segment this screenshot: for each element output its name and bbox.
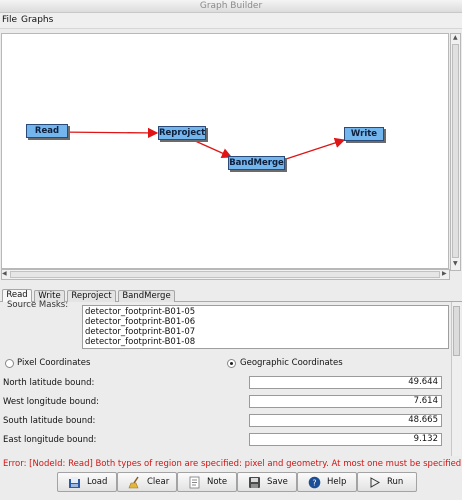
tab-bandmerge[interactable]: BandMerge <box>118 290 175 302</box>
east-longitude-label: East longitude bound: <box>3 435 97 445</box>
node-bandmerge[interactable]: BandMerge <box>228 156 285 170</box>
window-title: Graph Builder <box>199 1 263 11</box>
list-item[interactable]: detector_footprint-B01-08 <box>85 337 195 347</box>
node-read[interactable]: Read <box>26 124 68 138</box>
clear-button[interactable]: Clear <box>117 472 177 492</box>
source-masks-list[interactable]: detector_footprint-B01-05 detector_footp… <box>82 305 449 349</box>
pixel-coordinates-radio[interactable] <box>5 359 14 368</box>
menu-graphs[interactable]: Graphs <box>21 15 53 25</box>
tab-reproject[interactable]: Reproject <box>67 290 116 302</box>
west-longitude-field[interactable]: 7.614 <box>249 395 442 408</box>
save-icon <box>249 477 260 488</box>
source-masks-label: Source Masks: <box>7 300 69 310</box>
south-latitude-field[interactable]: 48.665 <box>249 414 442 427</box>
graph-canvas[interactable]: Read Reproject BandMerge Write <box>1 33 449 269</box>
geographic-coordinates-label: Geographic Coordinates <box>240 358 343 368</box>
west-longitude-label: West longitude bound: <box>3 397 99 407</box>
scroll-down-icon[interactable]: ▼ <box>453 260 458 268</box>
menu-bar: File Graphs <box>0 13 462 29</box>
help-icon: ? <box>308 476 321 489</box>
panel-vertical-scrollbar[interactable] <box>451 302 461 456</box>
edge-bandmerge-write <box>282 137 346 161</box>
run-button[interactable]: Run <box>357 472 417 492</box>
pixel-coordinates-label: Pixel Coordinates <box>17 358 91 368</box>
panel-scroll-thumb[interactable] <box>453 306 460 356</box>
svg-text:?: ? <box>312 479 316 488</box>
graph-edges <box>55 127 346 161</box>
load-button[interactable]: Load <box>57 472 117 492</box>
south-latitude-label: South latitude bound: <box>3 416 96 426</box>
list-item[interactable]: detector_footprint-B01-06 <box>85 317 195 327</box>
north-latitude-label: North latitude bound: <box>3 378 95 388</box>
north-latitude-field[interactable]: 49.644 <box>249 376 442 389</box>
canvas-vertical-scrollbar[interactable]: ▲ ▼ <box>450 33 461 271</box>
scroll-left-icon[interactable]: ◀ <box>2 270 7 278</box>
geographic-coordinates-radio[interactable] <box>227 359 236 368</box>
scroll-right-icon[interactable]: ▶ <box>442 270 447 278</box>
save-button[interactable]: Save <box>237 472 297 492</box>
canvas-horizontal-scrollbar[interactable]: ◀ ▶ <box>1 269 450 280</box>
node-write[interactable]: Write <box>344 127 384 141</box>
node-reproject[interactable]: Reproject <box>158 126 206 140</box>
edge-reproject-bandmerge <box>192 139 233 159</box>
node-tabs: Read Write Reproject BandMerge <box>0 289 462 303</box>
edge-read-reproject <box>55 127 159 139</box>
menu-file[interactable]: File <box>2 15 17 25</box>
note-button[interactable]: Note <box>177 472 237 492</box>
scroll-up-icon[interactable]: ▲ <box>453 34 458 42</box>
broom-icon <box>128 476 139 489</box>
window-title-bar: Graph Builder <box>0 0 462 13</box>
load-icon <box>69 477 80 488</box>
error-message: Error: [NodeId: Read] Both types of regi… <box>3 459 462 469</box>
run-icon <box>370 477 381 488</box>
note-icon <box>189 476 200 489</box>
canvas-vertical-scroll-thumb[interactable] <box>452 44 459 258</box>
read-tab-panel: Source Masks: detector_footprint-B01-05 … <box>0 300 462 456</box>
help-button[interactable]: ? Help <box>297 472 357 492</box>
east-longitude-field[interactable]: 9.132 <box>249 433 442 446</box>
list-item[interactable]: detector_footprint-B01-05 <box>85 307 195 317</box>
list-item[interactable]: detector_footprint-B01-07 <box>85 327 195 337</box>
canvas-horizontal-scroll-thumb[interactable] <box>10 271 440 278</box>
